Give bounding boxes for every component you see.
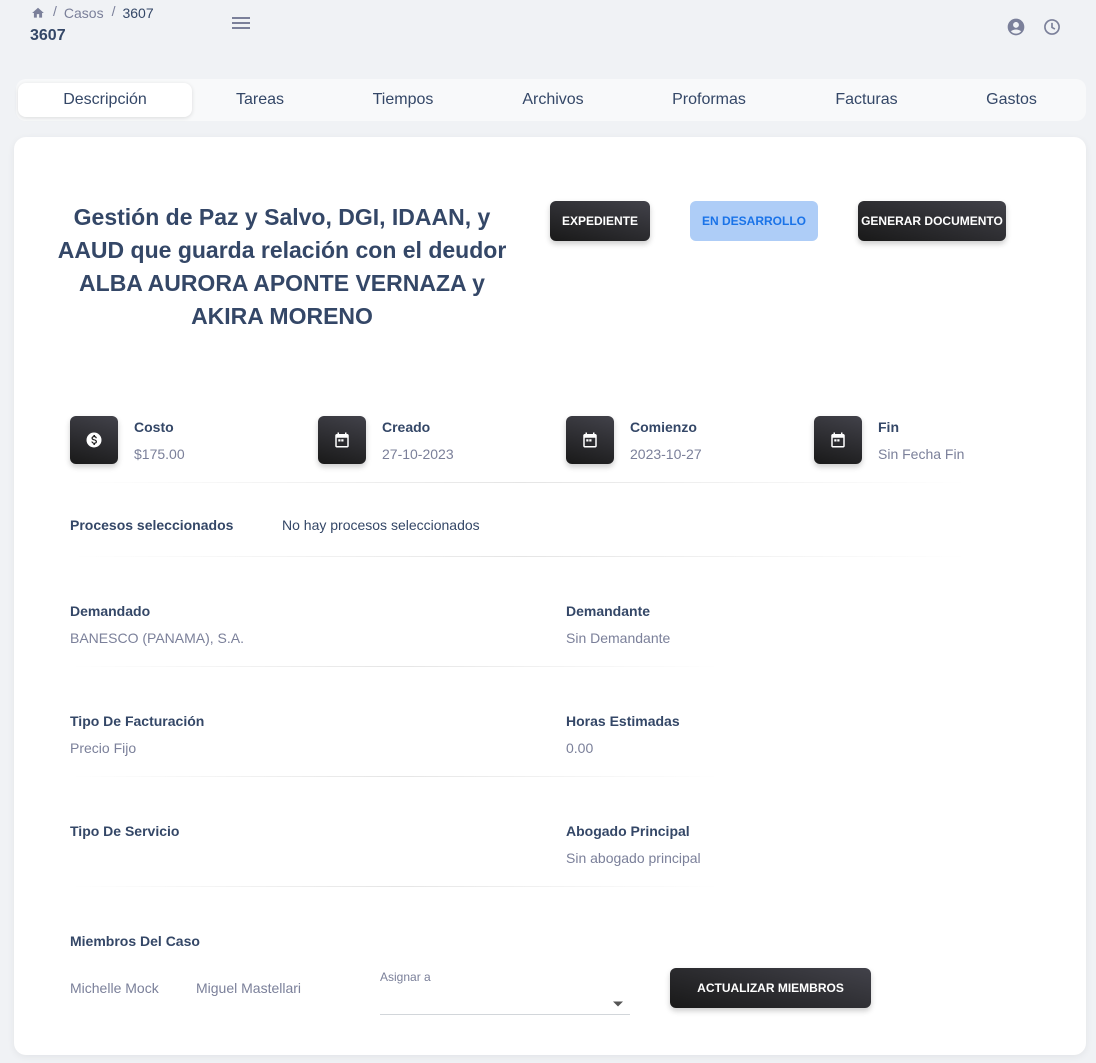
case-detail-card: Gestión de Paz y Salvo, DGI, IDAAN, y AA… bbox=[14, 137, 1086, 1055]
tipo-servicio-label: Tipo De Servicio bbox=[70, 823, 180, 839]
hamburger-menu-icon[interactable] bbox=[231, 14, 251, 32]
horas-estimadas-value: 0.00 bbox=[566, 740, 594, 756]
divider bbox=[70, 482, 970, 483]
procesos-value: No hay procesos seleccionados bbox=[282, 517, 480, 533]
tab-facturas[interactable]: Facturas bbox=[790, 83, 943, 117]
member-item: Miguel Mastellari bbox=[196, 980, 302, 996]
generate-document-button[interactable]: GENERAR DOCUMENTO bbox=[858, 201, 1006, 241]
tab-tareas[interactable]: Tareas bbox=[192, 83, 328, 117]
page-title: 3607 bbox=[30, 27, 66, 44]
tipo-facturacion-value: Precio Fijo bbox=[70, 740, 137, 756]
stat-label: Fin bbox=[878, 419, 899, 435]
stat-label: Comienzo bbox=[630, 419, 697, 435]
divider bbox=[70, 556, 970, 557]
tab-gastos[interactable]: Gastos bbox=[943, 83, 1080, 117]
stat-value: $175.00 bbox=[134, 446, 185, 462]
dropdown-arrow-icon bbox=[612, 995, 624, 1007]
members-label: Miembros Del Caso bbox=[70, 933, 200, 949]
tab-descripcion[interactable]: Descripción bbox=[18, 83, 192, 117]
demandado-value: BANESCO (PANAMA), S.A. bbox=[70, 630, 244, 646]
calendar-icon bbox=[566, 416, 614, 464]
assign-select-label: Asignar a bbox=[380, 970, 431, 984]
breadcrumb-separator: / bbox=[53, 3, 57, 19]
horas-estimadas-label: Horas Estimadas bbox=[566, 713, 680, 729]
breadcrumb-separator: / bbox=[111, 3, 116, 19]
calendar-icon bbox=[318, 416, 366, 464]
stat-comienzo: Comienzo 2023-10-27 bbox=[566, 416, 796, 464]
stat-fin: Fin Sin Fecha Fin bbox=[814, 416, 1044, 464]
case-title: Gestión de Paz y Salvo, DGI, IDAAN, y AA… bbox=[57, 204, 507, 329]
tab-tiempos[interactable]: Tiempos bbox=[328, 83, 478, 117]
divider bbox=[70, 666, 720, 667]
demandado-label: Demandado bbox=[70, 603, 151, 619]
tipo-facturacion-label: Tipo De Facturación bbox=[70, 713, 205, 729]
expediente-button[interactable]: EXPEDIENTE bbox=[550, 201, 650, 241]
stat-creado: Creado 27-10-2023 bbox=[318, 416, 548, 464]
divider bbox=[70, 886, 720, 887]
divider bbox=[70, 776, 720, 777]
status-badge: EN DESARROLLO bbox=[690, 201, 818, 241]
member-item: Michelle Mock bbox=[70, 980, 159, 996]
tab-archivos[interactable]: Archivos bbox=[478, 83, 628, 117]
top-icons bbox=[1006, 17, 1062, 37]
stat-value: 27-10-2023 bbox=[382, 446, 454, 462]
demandante-value: Sin Demandante bbox=[566, 630, 671, 646]
stat-value: Sin Fecha Fin bbox=[878, 446, 965, 462]
dollar-icon bbox=[70, 416, 118, 464]
breadcrumb: / Casos / 3607 bbox=[31, 3, 154, 21]
stat-value: 2023-10-27 bbox=[630, 446, 702, 462]
top-navbar: / Casos / 3607 3607 bbox=[0, 0, 1096, 60]
clock-icon[interactable] bbox=[1042, 17, 1062, 37]
stat-label: Creado bbox=[382, 419, 431, 435]
update-members-button[interactable]: ACTUALIZAR MIEMBROS bbox=[670, 968, 871, 1008]
stat-costo: Costo $175.00 bbox=[70, 416, 300, 464]
home-icon[interactable] bbox=[31, 6, 45, 20]
stat-label: Costo bbox=[134, 419, 174, 435]
tab-proformas[interactable]: Proformas bbox=[628, 83, 790, 117]
demandante-label: Demandante bbox=[566, 603, 651, 619]
abogado-principal-value: Sin abogado principal bbox=[566, 850, 701, 866]
calendar-icon bbox=[814, 416, 862, 464]
procesos-label: Procesos seleccionados bbox=[70, 517, 234, 533]
abogado-principal-label: Abogado Principal bbox=[566, 823, 690, 839]
breadcrumb-link-casos[interactable]: Casos bbox=[64, 5, 104, 21]
breadcrumb-current: 3607 bbox=[122, 5, 154, 21]
account-circle-icon[interactable] bbox=[1006, 17, 1026, 37]
tab-bar: Descripción Tareas Tiempos Archivos Prof… bbox=[16, 79, 1086, 121]
assign-member-select[interactable] bbox=[380, 987, 630, 1015]
